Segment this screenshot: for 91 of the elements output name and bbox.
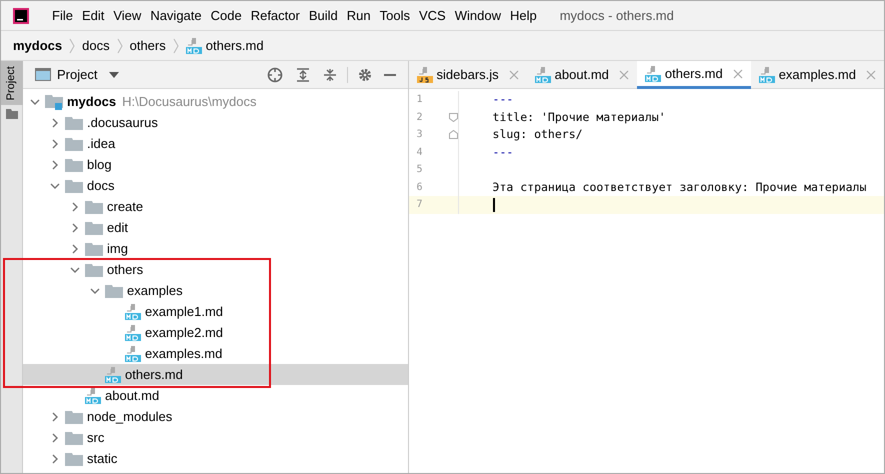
markdown-file-icon bbox=[125, 304, 141, 320]
menu-item[interactable]: Run bbox=[346, 6, 371, 26]
markdown-file-icon bbox=[85, 388, 101, 404]
folder-icon bbox=[65, 158, 83, 172]
breadcrumb-item[interactable]: others.md bbox=[206, 36, 264, 56]
tree-item[interactable]: docs bbox=[23, 175, 408, 196]
menu-item[interactable]: Code bbox=[210, 6, 242, 26]
fold-end-icon[interactable] bbox=[448, 130, 458, 140]
breadcrumb-item[interactable]: others bbox=[130, 36, 166, 56]
close-icon[interactable] bbox=[732, 68, 743, 78]
folder-icon bbox=[65, 178, 83, 192]
line-number: 7 bbox=[416, 198, 424, 212]
tree-item[interactable]: about.md bbox=[23, 385, 408, 406]
separator-icon bbox=[69, 38, 76, 54]
tree-item[interactable]: create bbox=[23, 196, 408, 217]
expand-all-icon[interactable] bbox=[296, 68, 310, 82]
folder-icon bbox=[65, 116, 83, 130]
markdown-file-icon bbox=[534, 67, 551, 83]
markdown-file-icon bbox=[644, 66, 661, 82]
editor-line: 3 slug: others/ bbox=[408, 126, 884, 144]
breadcrumb-item[interactable]: mydocs bbox=[13, 36, 62, 56]
text-cursor bbox=[492, 198, 495, 212]
panel-icon bbox=[35, 68, 51, 81]
separator-icon bbox=[116, 38, 123, 54]
folder-icon bbox=[85, 200, 103, 214]
markdown-file-icon bbox=[125, 324, 141, 340]
collapse-all-icon[interactable] bbox=[322, 68, 337, 82]
folder-icon bbox=[65, 452, 83, 466]
line-number: 6 bbox=[416, 180, 424, 195]
dropdown-caret-icon[interactable] bbox=[109, 72, 120, 78]
tree-item[interactable]: node_modules bbox=[23, 406, 408, 427]
project-tool-tab[interactable]: Project bbox=[0, 61, 22, 105]
tree-item[interactable]: img bbox=[23, 238, 408, 259]
folder-icon bbox=[85, 242, 103, 256]
tree-item[interactable]: example2.md bbox=[23, 322, 408, 343]
menu-item[interactable]: Tools bbox=[380, 6, 410, 26]
menu-item[interactable]: Navigate bbox=[150, 6, 202, 26]
tree-item[interactable]: example1.md bbox=[23, 301, 408, 322]
tree-item[interactable]: others.md bbox=[23, 364, 408, 385]
markdown-file-icon bbox=[105, 366, 121, 382]
menu-item[interactable]: VCS bbox=[418, 6, 446, 26]
line-number: 3 bbox=[416, 128, 424, 142]
app-logo-icon bbox=[13, 8, 29, 24]
folder-icon bbox=[105, 284, 123, 298]
editor-line: 2 title: 'Прочие материалы' bbox=[408, 108, 884, 126]
javascript-file-icon bbox=[416, 67, 433, 83]
editor-tab[interactable]: examples.md bbox=[750, 61, 884, 89]
markdown-file-icon bbox=[186, 38, 202, 54]
tree-item[interactable]: mydocs H:\Docusaurus\mydocs bbox=[23, 91, 408, 112]
tree-item[interactable]: blog bbox=[23, 154, 408, 175]
settings-icon[interactable] bbox=[358, 68, 372, 82]
folder-icon bbox=[85, 262, 103, 276]
separator-icon bbox=[172, 38, 179, 54]
markdown-file-icon bbox=[125, 346, 141, 362]
panel-title[interactable]: Project bbox=[57, 64, 98, 84]
line-number: 2 bbox=[416, 110, 424, 125]
line-number: 5 bbox=[416, 163, 424, 178]
editor-tab[interactable]: about.md bbox=[526, 61, 637, 89]
menu-item[interactable]: File bbox=[52, 6, 73, 26]
tree-item[interactable]: .idea bbox=[23, 133, 408, 154]
menu-item[interactable]: View bbox=[113, 6, 142, 26]
folder-icon bbox=[6, 109, 18, 119]
tree-item[interactable]: others bbox=[23, 259, 408, 280]
locate-icon[interactable] bbox=[266, 66, 283, 82]
folder-icon bbox=[65, 136, 83, 150]
menu-item[interactable]: Help bbox=[510, 6, 537, 26]
module-folder-icon bbox=[45, 94, 63, 110]
markdown-file-icon bbox=[758, 67, 775, 83]
tree-item[interactable]: examples.md bbox=[23, 343, 408, 364]
line-number: 4 bbox=[416, 146, 424, 160]
breadcrumb-item[interactable]: docs bbox=[82, 36, 110, 56]
minimize-icon[interactable] bbox=[384, 74, 396, 76]
editor-line: 1 --- bbox=[408, 91, 884, 108]
editor-line: 4 --- bbox=[408, 144, 884, 161]
fold-start-icon[interactable] bbox=[448, 112, 458, 122]
folder-icon bbox=[85, 220, 103, 234]
line-number: 1 bbox=[416, 93, 424, 108]
menu-item[interactable]: Build bbox=[308, 6, 338, 26]
window-title: mydocs - others.md bbox=[560, 6, 674, 25]
tree-item[interactable]: src bbox=[23, 427, 408, 448]
menu-item[interactable]: Refactor bbox=[250, 6, 300, 26]
folder-icon bbox=[65, 410, 83, 424]
editor-tab[interactable]: sidebars.js bbox=[408, 61, 527, 89]
tree-item[interactable]: edit bbox=[23, 217, 408, 238]
tree-item[interactable]: static bbox=[23, 448, 408, 469]
menu-item[interactable]: Edit bbox=[82, 6, 104, 26]
folder-icon bbox=[65, 430, 83, 444]
editor-tab[interactable]: others.md bbox=[636, 61, 751, 89]
tree-item[interactable]: .docusaurus bbox=[23, 112, 408, 133]
tree-item[interactable]: examples bbox=[23, 280, 408, 301]
menu-item[interactable]: Window bbox=[454, 6, 501, 26]
